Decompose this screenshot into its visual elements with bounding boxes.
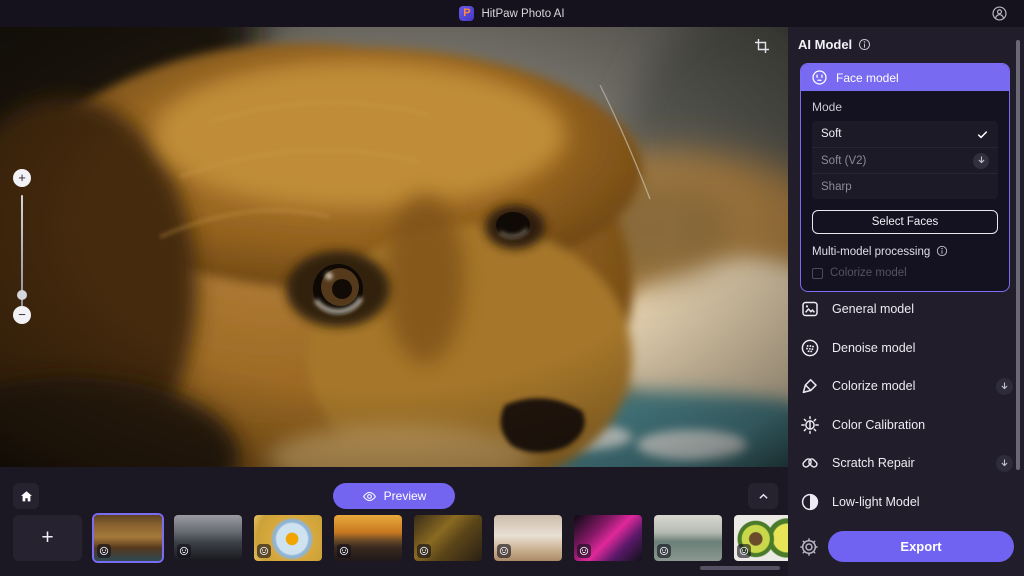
- colorize-model-checkbox[interactable]: [812, 268, 823, 279]
- crop-icon[interactable]: [754, 38, 770, 54]
- zoom-slider-handle[interactable]: [17, 290, 27, 300]
- gear-icon: [799, 537, 819, 557]
- thumbnail-beach[interactable]: [654, 515, 722, 561]
- sidebar-scrollbar[interactable]: [1016, 40, 1020, 470]
- preview-button-label: Preview: [384, 489, 427, 503]
- color-calibration-icon: [800, 415, 820, 435]
- face-model-icon: [497, 544, 511, 558]
- download-icon[interactable]: [973, 153, 989, 169]
- zoom-out-button[interactable]: −: [13, 306, 31, 324]
- select-faces-button[interactable]: Select Faces: [812, 210, 998, 234]
- general-model-icon: [800, 299, 820, 319]
- home-button[interactable]: [13, 483, 39, 509]
- thumbnail-mountain-sunset[interactable]: [334, 515, 402, 561]
- chevron-up-icon: [757, 490, 770, 503]
- info-icon[interactable]: [936, 245, 949, 258]
- eye-icon: [362, 489, 377, 504]
- mode-options: Soft Soft (V2) Sharp: [812, 121, 998, 199]
- thumbnail-autumn-flowers[interactable]: [414, 515, 482, 561]
- face-model-icon: [811, 69, 828, 86]
- general-model-item[interactable]: General model: [800, 290, 1013, 329]
- denoise-model-item[interactable]: Denoise model: [800, 329, 1013, 368]
- face-model-icon: [657, 544, 671, 558]
- colorize-model-checkbox-label: Colorize model: [830, 267, 907, 279]
- face-model-icon: [257, 544, 271, 558]
- colorize-model-icon: [800, 376, 820, 396]
- low-light-model-item[interactable]: Low-light Model: [800, 483, 1013, 522]
- thumbnail-mountain-road[interactable]: [174, 515, 242, 561]
- hitpaw-photo-ai-window: P HitPaw Photo AI: [0, 0, 1024, 576]
- thumbnail-golden-dog[interactable]: [94, 515, 162, 561]
- download-icon[interactable]: [996, 378, 1013, 395]
- bottom-bar: Preview +: [0, 467, 788, 576]
- sidebar-title: AI Model: [798, 37, 852, 52]
- multi-model-processing-label: Multi-model processing: [812, 246, 930, 258]
- face-model-icon: [177, 544, 191, 558]
- app-logo-icon: P: [459, 6, 474, 21]
- denoise-model-icon: [800, 338, 820, 358]
- app-title: HitPaw Photo AI: [481, 8, 564, 20]
- colorize-model-item[interactable]: Colorize model: [800, 367, 1013, 406]
- face-model-icon: [97, 544, 111, 558]
- add-photo-button[interactable]: +: [13, 515, 82, 561]
- preview-button[interactable]: Preview: [333, 483, 455, 509]
- thumbnail-strip: +: [13, 515, 802, 561]
- scratch-repair-icon: [800, 453, 820, 473]
- dog-photo: [0, 27, 788, 467]
- mode-option-soft[interactable]: Soft: [812, 121, 998, 147]
- collapse-thumbnails-button[interactable]: [748, 483, 778, 509]
- home-icon: [19, 489, 34, 504]
- info-icon[interactable]: [858, 38, 871, 51]
- mode-option-soft-v2[interactable]: Soft (V2): [812, 147, 998, 173]
- titlebar: P HitPaw Photo AI: [0, 0, 1024, 27]
- download-icon[interactable]: [996, 455, 1013, 472]
- face-model-icon: [417, 544, 431, 558]
- face-model-icon: [737, 544, 751, 558]
- face-model-icon: [577, 544, 591, 558]
- thumbnail-scrollbar[interactable]: [700, 566, 780, 570]
- face-model-label: Face model: [836, 71, 899, 85]
- check-icon: [976, 128, 989, 141]
- thumbnail-pink-flower[interactable]: [574, 515, 642, 561]
- face-model-button[interactable]: Face model: [801, 64, 1009, 91]
- thumbnail-cat-paws[interactable]: [494, 515, 562, 561]
- model-list: General model Denoise model: [800, 290, 1013, 521]
- low-light-model-icon: [800, 492, 820, 512]
- thumbnail-pansy-flower[interactable]: [254, 515, 322, 561]
- photo-canvas: + −: [0, 27, 788, 467]
- face-model-icon: [337, 544, 351, 558]
- scratch-repair-item[interactable]: Scratch Repair: [800, 444, 1013, 483]
- color-calibration-item[interactable]: Color Calibration: [800, 406, 1013, 445]
- zoom-in-button[interactable]: +: [13, 169, 31, 187]
- mode-label: Mode: [812, 100, 998, 114]
- ai-model-sidebar: AI Model Face model Mode Soft: [788, 27, 1024, 576]
- face-model-card: Face model Mode Soft Soft (V2): [800, 63, 1010, 292]
- export-button[interactable]: Export: [828, 531, 1014, 562]
- user-account-icon[interactable]: [991, 5, 1008, 22]
- settings-button[interactable]: [799, 537, 819, 557]
- mode-option-sharp[interactable]: Sharp: [812, 173, 998, 199]
